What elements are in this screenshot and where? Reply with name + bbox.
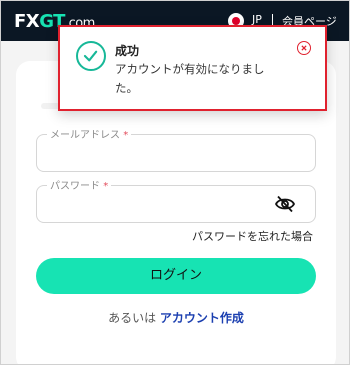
eye-off-icon[interactable] <box>275 195 295 213</box>
password-required-mark: * <box>103 181 109 192</box>
app-frame: FXGT.com JP 会員ページ メールアドレス * パスワード * パスワー… <box>0 0 350 365</box>
create-account-row: あるいは アカウント作成 <box>1 309 349 326</box>
logo-fx: FX <box>14 11 40 32</box>
success-toast: 成功 アカウントが有効になりました。 <box>58 25 327 111</box>
create-account-link[interactable]: アカウント作成 <box>160 311 244 325</box>
alt-prefix-text: あるいは <box>108 311 157 325</box>
password-field-label: パスワード * <box>47 177 112 192</box>
toast-message: アカウントが有効になりました。 <box>115 62 265 95</box>
check-circle-icon <box>76 41 106 71</box>
forgot-password-link[interactable]: パスワードを忘れた場合 <box>192 228 313 244</box>
email-field-label: メールアドレス * <box>47 126 132 141</box>
login-button[interactable]: ログイン <box>36 258 316 294</box>
email-required-mark: * <box>123 130 129 141</box>
email-label-text: メールアドレス <box>50 130 120 141</box>
toast-title: 成功 <box>115 44 140 58</box>
password-label-text: パスワード <box>50 181 100 192</box>
close-icon[interactable] <box>297 41 311 55</box>
